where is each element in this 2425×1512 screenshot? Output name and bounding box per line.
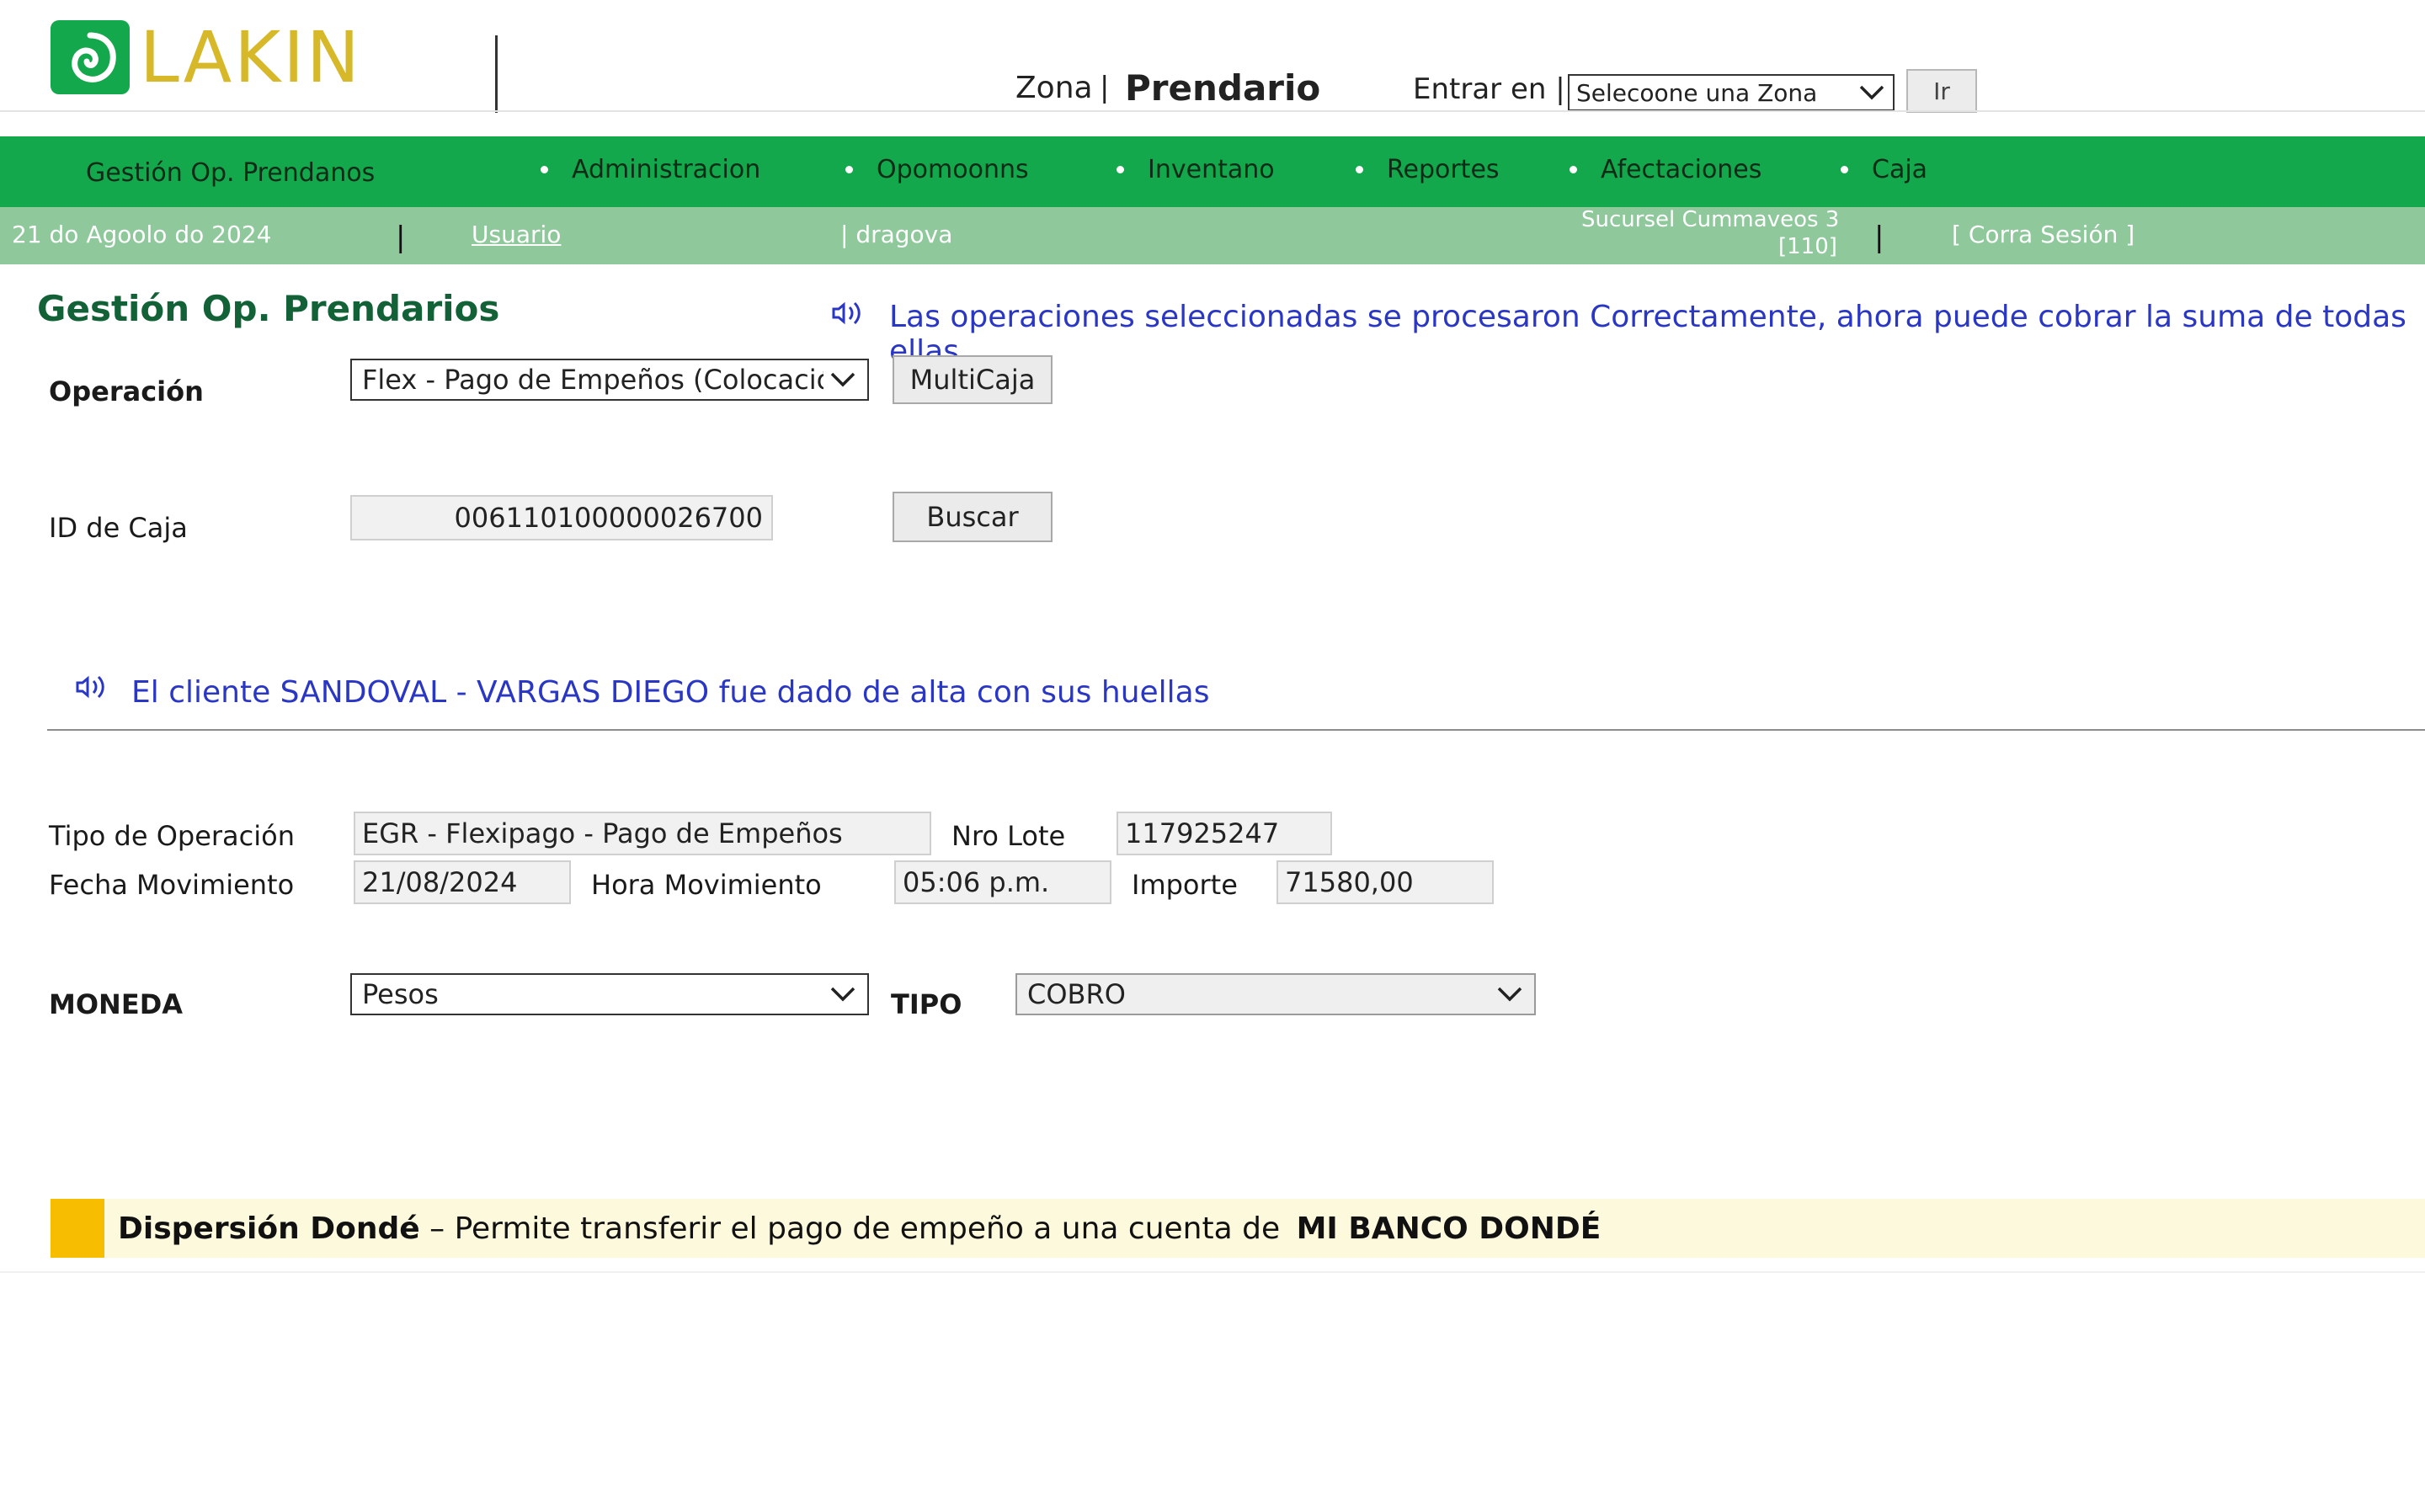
nav-item-operaciones[interactable]: Opomoonns bbox=[845, 155, 1029, 184]
bullet-icon bbox=[1570, 166, 1577, 173]
tipo-select-value: COBRO bbox=[1027, 978, 1126, 1010]
zona-label: Zona bbox=[1015, 71, 1093, 105]
nav-item-administracion[interactable]: Administracion bbox=[541, 155, 760, 184]
success-message: Las operaciones seleccionadas se procesa… bbox=[889, 300, 2406, 369]
banner-accent-square bbox=[51, 1199, 104, 1258]
nav-item-label: Opomoonns bbox=[877, 155, 1029, 184]
nav-item-label: Afectaciones bbox=[1601, 155, 1762, 184]
chevron-down-icon bbox=[1859, 85, 1884, 100]
bullet-icon bbox=[541, 166, 548, 173]
tipo-select[interactable]: COBRO bbox=[1015, 973, 1536, 1015]
bullet-icon bbox=[1356, 166, 1363, 173]
tipo-label: TIPO bbox=[891, 988, 962, 1020]
user-name: | dragova bbox=[840, 221, 953, 248]
nav-item-label: Gestión Op. Prendanos bbox=[86, 158, 376, 188]
id-caja-input[interactable]: 006110100000026700 bbox=[350, 495, 773, 540]
footer-divider bbox=[0, 1271, 2425, 1273]
moneda-select[interactable]: Pesos bbox=[350, 973, 869, 1015]
banner-title: Dispersión Dondé bbox=[118, 1211, 420, 1246]
branch-name: Sucursel Cummaveos 3 bbox=[1581, 207, 1840, 232]
bullet-icon bbox=[1841, 166, 1848, 173]
nro-lote-field: 117925247 bbox=[1117, 812, 1332, 855]
branch-code: [110] bbox=[1778, 234, 1837, 259]
speaker-icon bbox=[832, 301, 861, 325]
hora-movimiento-label: Hora Movimiento bbox=[591, 869, 822, 901]
chevron-down-icon bbox=[1497, 987, 1522, 1002]
promo-banner: Dispersión Dondé – Permite transferir el… bbox=[51, 1199, 2425, 1258]
section-divider bbox=[47, 729, 2425, 731]
operacion-label: Operación bbox=[49, 375, 204, 407]
bullet-icon bbox=[1117, 166, 1124, 173]
zone-select[interactable]: Selecoone una Zona bbox=[1568, 74, 1895, 111]
entrar-en-label: Entrar en | bbox=[1413, 72, 1565, 106]
hora-movimiento-field: 05:06 p.m. bbox=[894, 860, 1111, 904]
operacion-select[interactable]: Flex - Pago de Empeños (Colocación) bbox=[350, 359, 869, 401]
moneda-label: MONEDA bbox=[49, 988, 184, 1020]
banner-text: Dispersión Dondé – Permite transferir el… bbox=[118, 1211, 1601, 1246]
multicaja-button[interactable]: MultiCaja bbox=[893, 355, 1053, 404]
nav-item-label: Administracion bbox=[572, 155, 761, 184]
tipo-operacion-label: Tipo de Operación bbox=[49, 820, 295, 852]
zone-select-value: Selecoone una Zona bbox=[1576, 78, 1818, 107]
separator: | bbox=[1874, 221, 1884, 254]
id-caja-label: ID de Caja bbox=[49, 512, 188, 544]
nav-item-caja[interactable]: Caja bbox=[1841, 155, 1927, 184]
banner-bank-name: MI BANCO DONDÉ bbox=[1296, 1211, 1602, 1246]
nav-item-afectaciones[interactable]: Afectaciones bbox=[1570, 155, 1761, 184]
page-title: Gestión Op. Prendarios bbox=[37, 288, 500, 329]
fecha-movimiento-label: Fecha Movimiento bbox=[49, 869, 295, 901]
nav-item-label: Reportes bbox=[1387, 155, 1500, 184]
nav-item-reportes[interactable]: Reportes bbox=[1356, 155, 1500, 184]
buscar-button[interactable]: Buscar bbox=[893, 492, 1053, 542]
separator: | bbox=[396, 221, 406, 254]
current-date: 21 do Agoolo do 2024 bbox=[12, 221, 272, 248]
banner-description: – Permite transferir el pago de empeño a… bbox=[419, 1211, 1290, 1246]
tipo-operacion-field: EGR - Flexipago - Pago de Empeños bbox=[354, 812, 931, 855]
chevron-down-icon bbox=[830, 987, 855, 1002]
logo: LAKIN bbox=[47, 15, 362, 99]
operacion-select-value: Flex - Pago de Empeños (Colocación) bbox=[362, 364, 823, 396]
importe-label: Importe bbox=[1132, 869, 1238, 901]
logo-text: LAKIN bbox=[140, 16, 362, 98]
nav-item-label: Inventano bbox=[1148, 155, 1275, 184]
header-divider-line bbox=[0, 110, 2425, 112]
importe-field: 71580,00 bbox=[1276, 860, 1494, 904]
bullet-icon bbox=[845, 166, 853, 173]
ir-button[interactable]: Ir bbox=[1906, 69, 1977, 113]
nav-item-inventario[interactable]: Inventano bbox=[1117, 155, 1275, 184]
moneda-select-value: Pesos bbox=[362, 978, 439, 1010]
fecha-movimiento-field: 21/08/2024 bbox=[354, 860, 571, 904]
nav-item-label: Caja bbox=[1872, 155, 1928, 184]
chevron-down-icon bbox=[830, 372, 855, 387]
lakin-logo-icon bbox=[51, 20, 130, 94]
zona-value: Prendario bbox=[1125, 67, 1321, 109]
nro-lote-label: Nro Lote bbox=[951, 820, 1066, 852]
header-divider bbox=[495, 35, 498, 113]
client-message: El cliente SANDOVAL - VARGAS DIEGO fue d… bbox=[131, 675, 1210, 710]
nav-item-gestion[interactable]: Gestión Op. Prendanos bbox=[86, 158, 375, 188]
logout-link[interactable]: [ Corra Sesión ] bbox=[1952, 221, 2135, 248]
user-link[interactable]: Usuario bbox=[472, 221, 561, 248]
speaker-icon bbox=[76, 675, 104, 699]
zona-separator: | bbox=[1100, 71, 1110, 104]
